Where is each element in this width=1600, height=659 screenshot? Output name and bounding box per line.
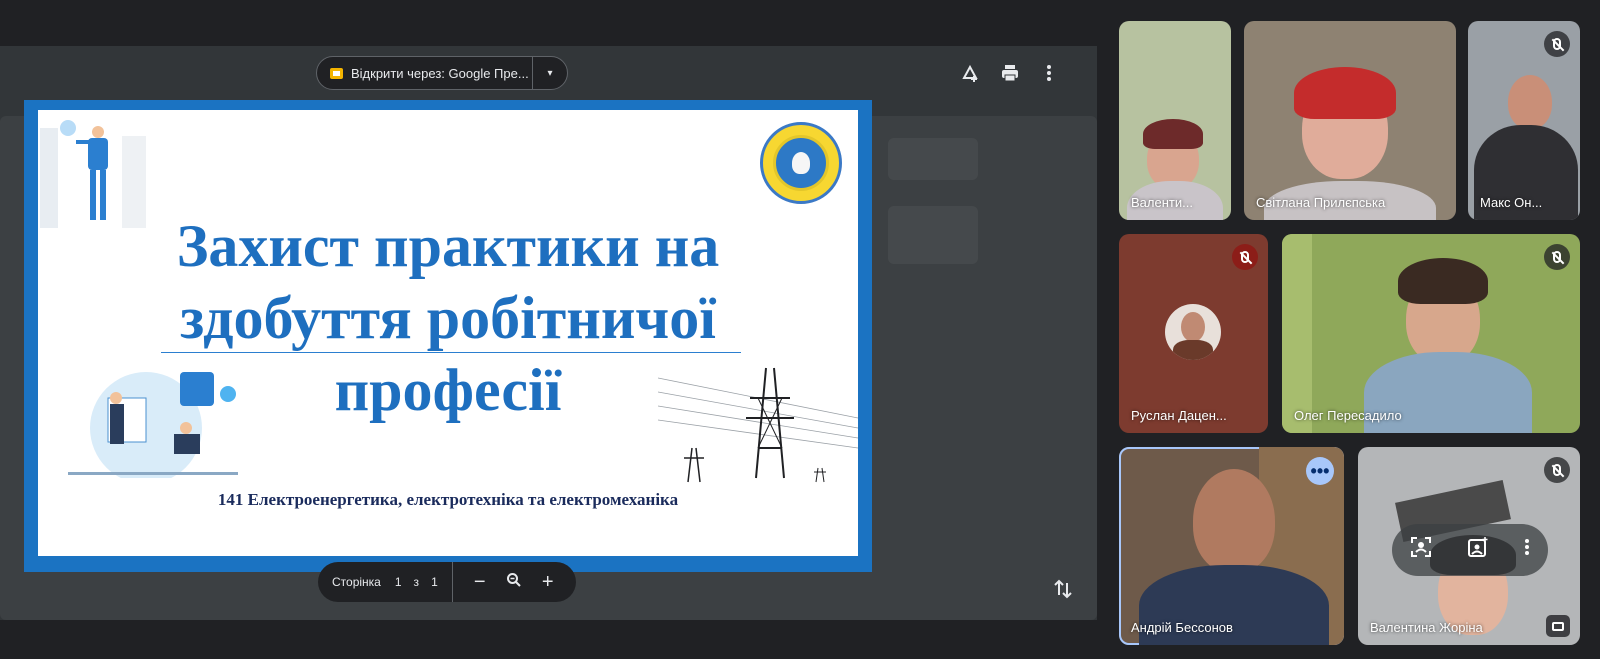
slide-title-line-1: Захист практики на	[176, 213, 720, 279]
add-to-drive-icon[interactable]	[955, 58, 985, 88]
page-current-input[interactable]: 1	[395, 575, 402, 589]
page-label: Сторінка	[332, 575, 381, 589]
slide-subtitle: 141 Електроенергетика, електротехніка та…	[217, 490, 679, 509]
participant-tile[interactable]: Руслан Даце​н...	[1119, 234, 1268, 433]
open-with-label: Відкрити через: Google Пре...	[351, 65, 529, 81]
visual-effects-icon[interactable]	[1467, 536, 1489, 564]
swap-vert-icon	[1054, 579, 1072, 599]
swap-layout-button[interactable]	[1037, 563, 1089, 615]
participant-name: Світлана Прилєпська	[1256, 195, 1386, 210]
muted-mic-icon	[1544, 31, 1570, 57]
page-separator: з	[413, 575, 420, 589]
participant-tile-active[interactable]: ••• Андрій Бессонов	[1119, 447, 1344, 645]
zoom-in-button[interactable]: +	[531, 571, 565, 594]
slide-divider-line	[161, 352, 741, 353]
muted-mic-icon	[1544, 457, 1570, 483]
chevron-down-icon[interactable]: ▾	[533, 68, 567, 79]
zoom-icon[interactable]	[497, 571, 531, 594]
participant-name: Макс Он...	[1480, 195, 1543, 210]
google-slides-icon	[330, 67, 343, 79]
page-controls: Сторінка 1 з 1 − +	[318, 562, 576, 602]
workers-illustration	[68, 372, 238, 478]
slide-title-line-2: здобуття робітничої	[180, 285, 716, 351]
slide: Захист практики на здобуття робітничої п…	[38, 110, 858, 556]
tile-hover-controls	[1392, 524, 1548, 576]
zoom-out-button[interactable]: −	[463, 571, 497, 594]
open-with-button[interactable]: Відкрити через: Google Пре... ▾	[316, 56, 568, 90]
frame-person-icon[interactable]	[1410, 536, 1432, 564]
more-vert-icon[interactable]	[1524, 538, 1530, 562]
viewer-toolbar: Відкрити через: Google Пре... ▾	[0, 46, 1097, 100]
avatar	[1165, 304, 1221, 360]
participant-tile[interactable]: Олег Пересадило	[1282, 234, 1580, 433]
participant-name: Олег Пересадило	[1294, 408, 1402, 423]
participant-tile[interactable]: Валенти...	[1119, 21, 1231, 220]
power-tower-illustration	[658, 367, 858, 483]
college-logo	[760, 122, 842, 204]
participant-name: Валенти...	[1131, 195, 1193, 210]
participant-tile[interactable]: Макс Он...	[1468, 21, 1580, 220]
slide-frame: Захист практики на здобуття робітничої п…	[24, 100, 872, 572]
participant-name: Андрій Бессонов	[1131, 620, 1233, 635]
more-vert-icon[interactable]	[1034, 58, 1064, 88]
page-total: 1	[431, 575, 438, 589]
presentation-viewer: Відкрити через: Google Пре... ▾ Захист п…	[0, 46, 1097, 620]
muted-mic-icon	[1232, 244, 1258, 270]
page-controls-divider	[451, 562, 453, 602]
print-icon[interactable]	[995, 58, 1025, 88]
picture-in-picture-icon[interactable]	[1546, 615, 1570, 637]
participant-name: Валентина Жоріна	[1370, 620, 1483, 635]
muted-mic-icon	[1544, 244, 1570, 270]
participant-tile[interactable]: Світлана Прилєпська	[1244, 21, 1456, 220]
more-options-button[interactable]: •••	[1306, 457, 1334, 485]
participant-name: Руслан Даце​н...	[1131, 408, 1227, 423]
